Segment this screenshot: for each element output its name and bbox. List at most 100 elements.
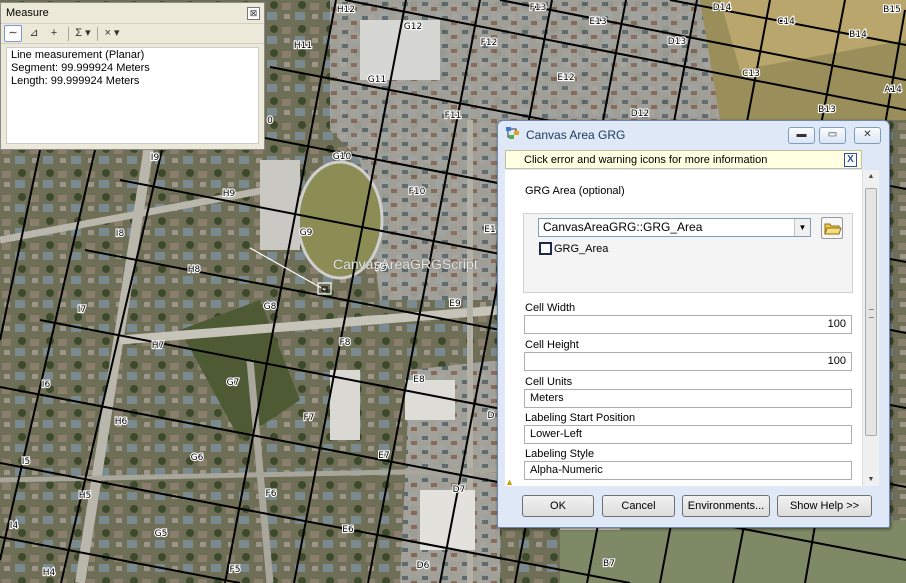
labeling-style-label: Labeling Style (525, 448, 595, 460)
grid-cell-label: H7 (152, 341, 165, 351)
labeling-style-field[interactable]: Alpha-Numeric (524, 461, 852, 480)
grid-cell-label: F7 (304, 413, 315, 423)
toolbar-separator (68, 26, 69, 41)
grid-cell-label: E12 (557, 73, 574, 83)
grid-cell-label: G8 (264, 302, 277, 312)
maximize-icon[interactable]: ▭ (819, 127, 846, 144)
grid-cell-label: H9 (223, 189, 236, 199)
grid-cell-label: H5 (79, 491, 92, 501)
ok-button[interactable]: OK (522, 495, 594, 517)
grid-cell-label: B13 (818, 105, 836, 115)
grid-cell-label: B7 (603, 559, 615, 569)
cell-height-label: Cell Height (525, 339, 579, 351)
grid-cell-label: D (488, 411, 495, 421)
warning-icon[interactable]: ▲ (505, 479, 515, 486)
grid-cell-label: I9 (151, 153, 160, 163)
grid-cell-label: F11 (445, 111, 462, 121)
grid-cell-label: G11 (368, 75, 386, 85)
grid-cell-label: H4 (43, 568, 56, 578)
grid-cell-label: F6 (266, 489, 277, 499)
grid-cell-label: F12 (481, 38, 498, 48)
measure-titlebar[interactable]: Measure ⊠ (1, 3, 264, 24)
measure-title: Measure (6, 7, 49, 19)
canvas-area-grg-dialog: Canvas Area GRG ▬ ▭ ✕ Click error and wa… (497, 120, 890, 528)
grid-cell-label: F10 (409, 187, 426, 197)
grid-cell-label: G6 (191, 453, 204, 463)
grg-area-checkbox[interactable] (539, 242, 552, 255)
dialog-title: Canvas Area GRG (526, 128, 626, 142)
grid-cell-label: H8 (188, 265, 201, 275)
environments-button[interactable]: Environments... (682, 495, 770, 517)
close-icon[interactable]: ⊠ (247, 7, 260, 20)
grg-area-combobox[interactable]: CanvasAreaGRG::GRG_Area ▼ (538, 218, 811, 237)
grid-cell-label: F8 (340, 338, 351, 348)
grid-cell-label: I5 (22, 457, 30, 467)
grid-cell-label: I4 (10, 521, 19, 531)
minimize-icon[interactable]: ▬ (788, 127, 815, 144)
grid-cell-label: D7 (453, 485, 466, 495)
grid-cell-label: E6 (342, 525, 354, 535)
grid-cell-label: C13 (742, 69, 760, 79)
grg-area-layer-row[interactable]: GRG_Area (539, 242, 608, 255)
grid-cell-label: G5 (155, 529, 168, 539)
cell-width-label: Cell Width (525, 302, 576, 314)
grid-cell-label: G7 (227, 378, 240, 388)
grid-cell-label: E8 (413, 375, 425, 385)
chevron-down-icon[interactable]: ▼ (794, 219, 810, 236)
grid-cell-label: D12 (631, 109, 649, 119)
start-position-field[interactable]: Lower-Left (524, 425, 852, 444)
grid-cell-label: H11 (294, 41, 312, 51)
cell-units-field[interactable]: Meters (524, 389, 852, 408)
grid-cell-label: F13 (530, 3, 547, 13)
grid-cell-label: H6 (115, 417, 128, 427)
grid-cell-label: D6 (417, 561, 430, 571)
grid-cell-label: B15 (883, 5, 901, 15)
measure-window: Measure ⊠ ∼ ⊿ + Σ ▾ × ▾ Line measurement… (0, 2, 265, 150)
grid-cell-label: E1 (484, 225, 495, 235)
close-icon[interactable]: ✕ (854, 127, 881, 144)
measure-toolbar: ∼ ⊿ + Σ ▾ × ▾ (1, 24, 264, 44)
cell-width-field[interactable]: 100 (524, 315, 852, 334)
grid-cell-label: E7 (378, 451, 389, 461)
grid-cell-label: G9 (300, 228, 313, 238)
info-bar: Click error and warning icons for more i… (505, 150, 862, 169)
grid-cell-label: H12 (337, 5, 355, 15)
toolbar-separator (97, 26, 98, 41)
grid-cell-label: B14 (849, 30, 867, 40)
dialog-titlebar[interactable]: Canvas Area GRG ▬ ▭ ✕ (498, 121, 889, 147)
parameters-scrollbar[interactable]: ▲ ▼ (862, 170, 879, 486)
grid-cell-label: C14 (777, 17, 795, 27)
measure-result-length: Length: 99.999924 Meters (11, 75, 140, 87)
measure-result-segment: Segment: 99.999924 Meters (11, 62, 150, 74)
grid-cell-label: D13 (668, 37, 686, 47)
grid-cell-label: E9 (449, 299, 461, 309)
measure-results: Line measurement (Planar) Segment: 99.99… (6, 47, 259, 144)
measure-result-type: Line measurement (Planar) (11, 49, 145, 61)
cell-height-field[interactable]: 100 (524, 352, 852, 371)
show-help-button[interactable]: Show Help >> (777, 495, 872, 517)
scroll-up-icon[interactable]: ▲ (863, 170, 879, 183)
scroll-thumb[interactable] (865, 188, 877, 436)
scroll-down-icon[interactable]: ▼ (863, 473, 879, 486)
grid-cell-label: D14 (713, 3, 732, 13)
grid-cell-label: 0 (267, 116, 273, 126)
grg-area-value: CanvasAreaGRG::GRG_Area (543, 220, 703, 234)
start-position-label: Labeling Start Position (525, 412, 636, 424)
sum-icon[interactable]: Σ ▾ (75, 26, 91, 41)
grid-cell-label: I8 (116, 229, 125, 239)
toolbox-tool-icon (506, 127, 519, 139)
grid-cell-label: G12 (404, 22, 422, 32)
measure-line-icon[interactable]: ∼ (4, 25, 22, 42)
browse-folder-icon[interactable] (821, 217, 843, 239)
cell-units-label: Cell Units (525, 376, 573, 388)
grid-cell-label: F5 (230, 565, 241, 575)
clear-icon[interactable]: × ▾ (104, 26, 120, 41)
close-info-icon[interactable]: X (844, 153, 857, 167)
measure-area-icon[interactable]: ⊿ (26, 26, 42, 41)
grid-cell-label: A14 (884, 85, 902, 95)
grg-area-group: CanvasAreaGRG::GRG_Area ▼ GRG_Area (523, 213, 853, 293)
grid-cell-label: I6 (42, 380, 51, 390)
cancel-button[interactable]: Cancel (602, 495, 675, 517)
measure-feature-icon[interactable]: + (46, 26, 62, 41)
grid-cell-label: E13 (589, 17, 606, 27)
